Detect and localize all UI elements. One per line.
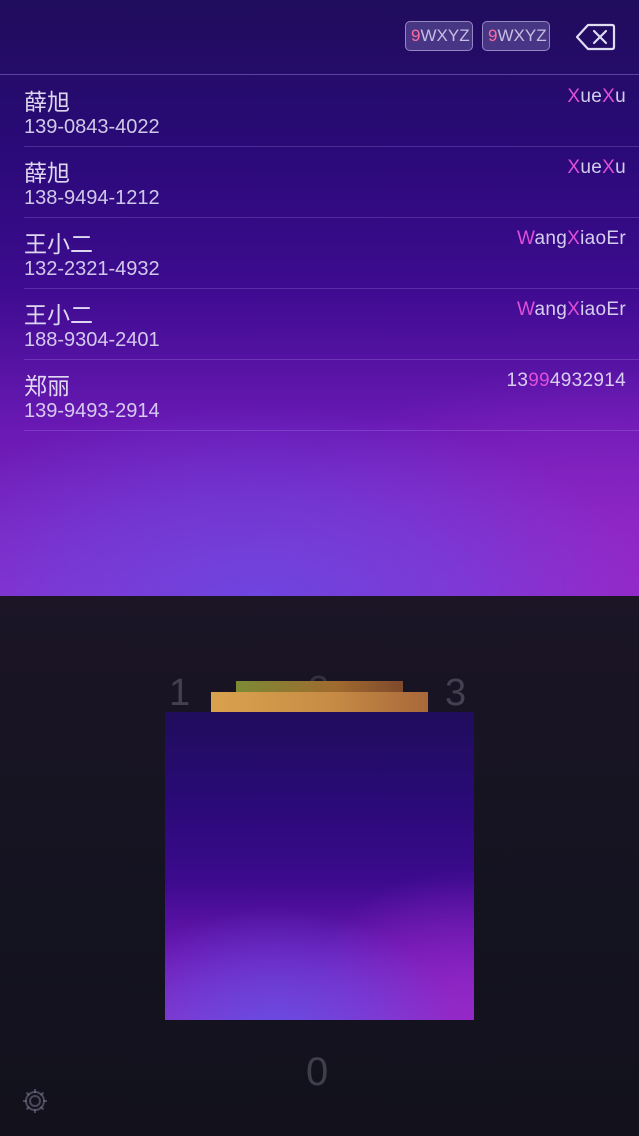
contact-phone: 132-2321-4932	[24, 258, 160, 280]
match-segment: ue	[580, 86, 603, 107]
results-panel: 9WXYZ 9WXYZ 薛旭 139-0843-4022 XueXu 薛旭 138-94…	[0, 0, 639, 596]
theme-card-middle[interactable]	[211, 692, 428, 712]
match-segment: 13	[506, 370, 529, 391]
contact-result-row[interactable]: 薛旭 139-0843-4022 XueXu	[0, 76, 639, 147]
contact-phone: 139-9493-2914	[24, 400, 160, 422]
backspace-icon	[575, 23, 616, 51]
query-chip-letters: WXYZ	[497, 26, 547, 45]
query-chip[interactable]: 9WXYZ	[405, 21, 473, 51]
match-segment: 4932914	[549, 370, 626, 391]
contact-phone: 139-0843-4022	[24, 116, 160, 138]
match-segment: iaoEr	[580, 299, 626, 320]
contact-result-row[interactable]: 郑丽 139-9493-2914 13994932914	[0, 360, 639, 431]
keypad-key-0[interactable]: 0	[306, 1050, 328, 1095]
contact-phone: 138-9494-1212	[24, 187, 160, 209]
search-bar: 9WXYZ 9WXYZ	[0, 0, 639, 75]
contact-result-row[interactable]: 王小二 132-2321-4932 WangXiaoEr	[0, 218, 639, 289]
gear-icon	[23, 1089, 47, 1113]
match-segment: ang	[534, 299, 568, 320]
match-text: XueXu	[567, 86, 626, 108]
contact-result-row[interactable]: 王小二 188-9304-2401 WangXiaoEr	[0, 289, 639, 360]
contact-name: 薛旭	[24, 161, 70, 187]
match-segment: iaoEr	[580, 228, 626, 249]
contact-name: 王小二	[24, 303, 93, 329]
match-highlight: W	[517, 299, 535, 320]
match-segment: u	[615, 157, 626, 178]
contact-name: 薛旭	[24, 90, 70, 116]
match-highlight: X	[602, 86, 616, 107]
contact-result-row[interactable]: 薛旭 138-9494-1212 XueXu	[0, 147, 639, 218]
match-highlight: W	[517, 228, 535, 249]
match-segment: ang	[534, 228, 568, 249]
match-highlight: X	[602, 157, 616, 178]
match-text: XueXu	[567, 157, 626, 179]
match-text: WangXiaoEr	[517, 228, 626, 250]
match-highlight: X	[567, 228, 581, 249]
match-highlight: X	[567, 86, 581, 107]
theme-card-front[interactable]	[165, 712, 474, 1020]
match-segment: u	[615, 86, 626, 107]
contact-name: 王小二	[24, 232, 93, 258]
match-highlight: 99	[528, 370, 550, 391]
match-highlight: X	[567, 157, 581, 178]
query-chip-letters: WXYZ	[420, 26, 470, 45]
match-highlight: X	[567, 299, 581, 320]
match-text: WangXiaoEr	[517, 299, 626, 321]
match-text: 13994932914	[506, 370, 626, 392]
backspace-button[interactable]	[574, 22, 616, 52]
theme-picker-stack	[165, 681, 474, 1021]
query-chip[interactable]: 9WXYZ	[482, 21, 550, 51]
contact-name: 郑丽	[24, 374, 70, 400]
dialer-screen: 9WXYZ 9WXYZ 薛旭 139-0843-4022 XueXu 薛旭 138-94…	[0, 0, 639, 1136]
settings-button[interactable]	[20, 1086, 50, 1116]
contact-phone: 188-9304-2401	[24, 329, 160, 351]
match-segment: ue	[580, 157, 603, 178]
